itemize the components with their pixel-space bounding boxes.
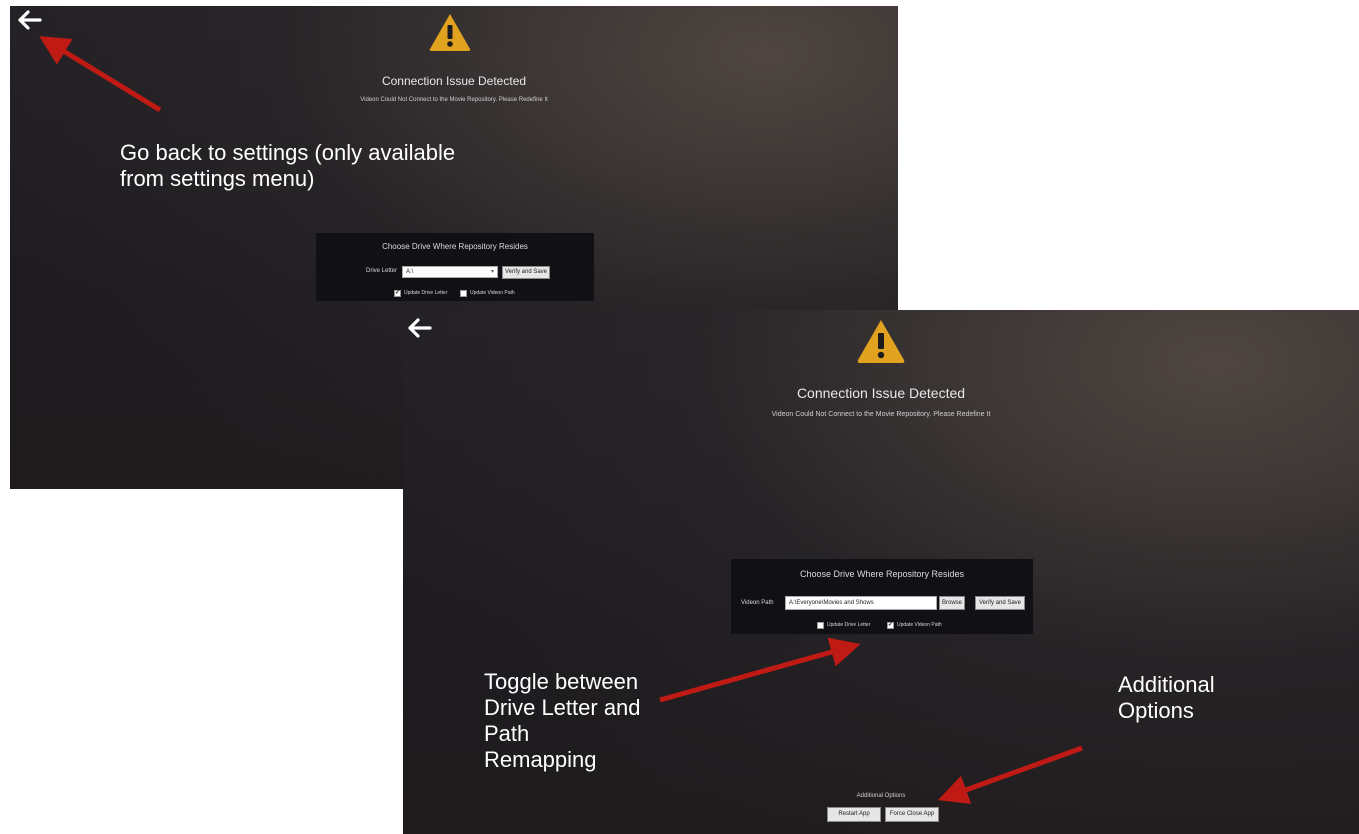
drive-letter-label: Drive Letter [366,268,398,274]
warning-icon [428,12,472,52]
verify-save-button[interactable]: Verify and Save [502,266,550,279]
update-drive-letter-checkbox[interactable] [394,289,401,297]
restart-app-button[interactable]: Restart App [827,807,881,822]
drive-letter-select[interactable]: A:\ ▾ [402,266,498,278]
annotation-additional: Additional Options [1118,672,1215,723]
back-arrow-icon[interactable] [408,318,432,338]
repository-panel: Choose Drive Where Repository Resides Dr… [316,233,594,301]
videon-path-input[interactable]: A:\Everyone\Movies and Shows [785,596,937,610]
page-title: Connection Issue Detected [796,385,966,401]
videon-path-label: Videon Path [741,600,774,606]
annotation-toggle: Toggle between Drive Letter and Path Rem… [484,669,641,772]
update-videon-path-label: Update Videon Path [897,622,942,628]
verify-save-button[interactable]: Verify and Save [975,596,1025,610]
panel-heading: Choose Drive Where Repository Resides [382,242,528,251]
update-videon-path-label: Update Videon Path [470,290,515,296]
browse-button[interactable]: Browse [939,596,965,610]
additional-options-heading: Additional Options [856,793,906,799]
annotation-back: Go back to settings (only available from… [120,140,456,191]
repository-panel: Choose Drive Where Repository Resides Vi… [731,559,1033,634]
warning-icon [856,318,906,364]
chevron-down-icon: ▾ [490,269,494,275]
update-drive-letter-label: Update Drive Letter [404,290,448,296]
update-videon-path-checkbox[interactable] [887,621,894,629]
page-subtitle: Videon Could Not Connect to the Movie Re… [360,97,548,103]
back-arrow-icon[interactable] [18,10,42,30]
page-subtitle: Videon Could Not Connect to the Movie Re… [771,411,991,418]
update-videon-path-checkbox[interactable] [460,290,467,297]
force-close-app-button[interactable]: Force Close App [885,807,939,822]
page-title: Connection Issue Detected [381,74,527,88]
update-drive-letter-checkbox[interactable] [817,622,824,629]
update-drive-letter-label: Update Drive Letter [827,622,871,628]
drive-letter-value: A:\ [406,269,414,275]
panel-heading: Choose Drive Where Repository Resides [799,569,965,579]
